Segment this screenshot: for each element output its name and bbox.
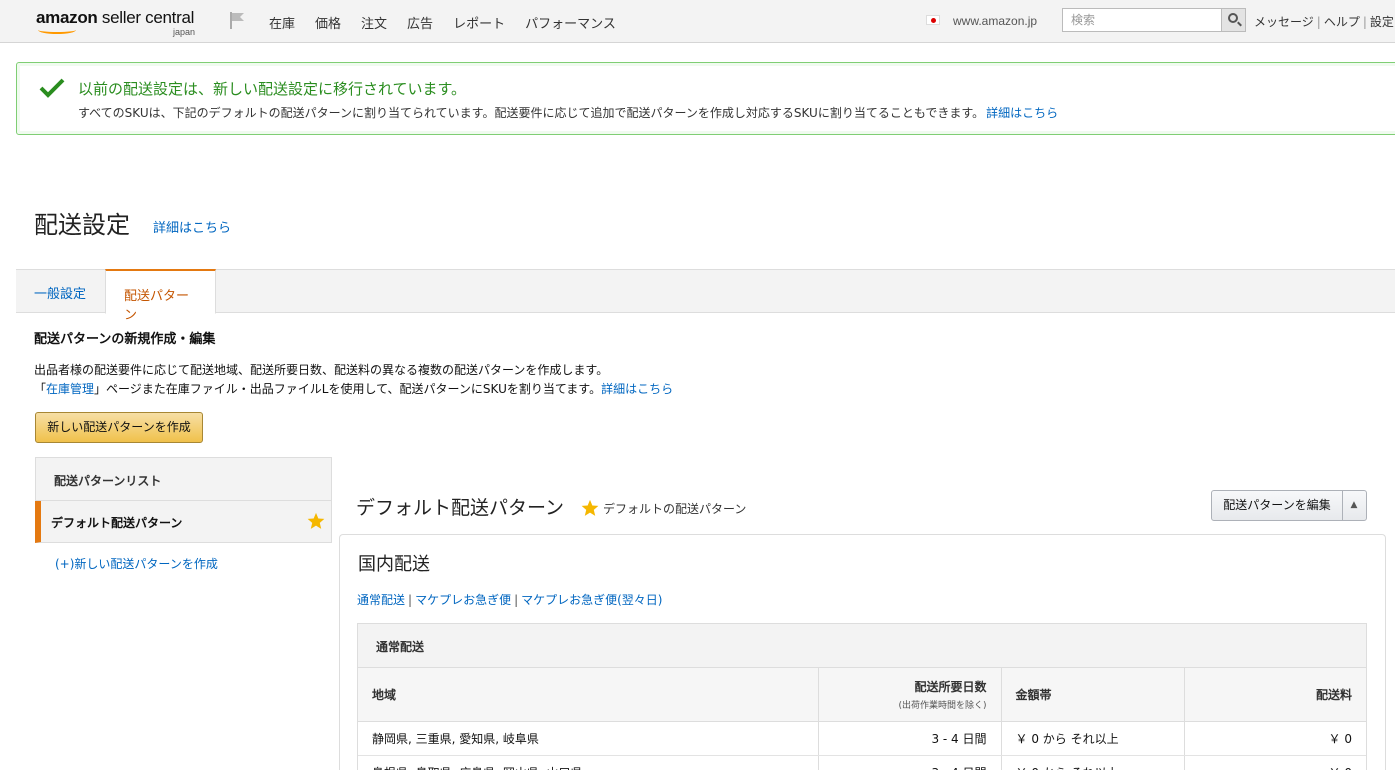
domestic-shipping-panel: 国内配送 通常配送 | マケプレお急ぎ便 | マケプレお急ぎ便(翌々日) 通常配送 地域… [339,534,1386,770]
star-icon [307,512,325,529]
seller-central-logo[interactable]: amazon seller central japan [36,8,206,40]
table-row: 静岡県, 三重県, 愛知県, 岐阜県 3 - 4 日間 ￥ 0 から それ以上 … [358,721,1366,756]
nav-inventory[interactable]: 在庫 [269,13,295,32]
section-details-link[interactable]: 詳細はこちら [601,382,673,396]
tab-general-settings[interactable]: 一般設定 [16,269,104,314]
column-header-price-range: 金額帯 [1001,668,1185,722]
nav-pricing[interactable]: 価格 [315,13,341,32]
cell-transit-days: 3 - 4 日間 [818,721,1002,756]
cell-price-range: ￥ 0 から それ以上 [1001,721,1185,756]
table-header-row: 地域 配送所要日数 (出荷作業時間を除く) 金額帯 配送料 [358,668,1366,722]
service-links: 通常配送 | マケプレお急ぎ便 | マケプレお急ぎ便(翌々日) [357,591,663,608]
checkmark-icon [39,78,65,98]
top-navigation-bar: amazon seller central japan 在庫 価格 注文 広告 … [0,0,1395,43]
nav-advertising[interactable]: 広告 [407,13,433,32]
messages-link[interactable]: メッセージ [1254,15,1314,29]
alert-body: すべてのSKUは、下記のデフォルトの配送パターンに割り当てられています。配送要件… [78,104,1058,121]
cell-transit-days: 3 - 4 日間 [818,755,1002,770]
column-header-fee: 配送料 [1184,668,1366,722]
service-link-standard[interactable]: 通常配送 [357,593,405,607]
nav-orders[interactable]: 注文 [361,13,387,32]
pattern-list-item-label: デフォルト配送パターン [51,516,183,530]
divider: | [408,593,413,607]
service-link-expedited[interactable]: マケプレお急ぎ便 [415,593,511,607]
search-box [1062,8,1246,32]
help-link[interactable]: ヘルプ [1324,15,1360,29]
marketplace-switcher[interactable]: www.amazon.jp [953,14,1037,28]
tab-shipping-patterns[interactable]: 配送パターン [105,269,216,323]
migration-success-alert: 以前の配送設定は、新しい配送設定に移行されています。 すべてのSKUは、下記のデ… [16,62,1395,135]
logo-subtitle: japan [173,27,196,37]
pattern-title: デフォルト配送パターン [356,497,565,519]
alert-message: すべてのSKUは、下記のデフォルトの配送パターンに割り当てられています。配送要件… [78,106,985,120]
default-star-icon [581,499,599,516]
table-row: 島根県, 鳥取県, 広島県, 岡山県, 山口県 3 - 4 日間 ￥ 0 から … [358,755,1366,770]
pattern-list-header: 配送パターンリスト [35,457,332,501]
pattern-list-item-default[interactable]: デフォルト配送パターン [35,501,332,543]
pattern-list: 配送パターンリスト デフォルト配送パターン (+)新しい配送パターンを作成 [35,457,332,572]
cell-region: 静岡県, 三重県, 愛知県, 岐阜県 [358,721,819,756]
flag-icon[interactable] [228,10,248,30]
cell-price-range: ￥ 0 から それ以上 [1001,755,1185,770]
default-pattern-label: デフォルトの配送パターン [603,502,747,516]
nav-performance[interactable]: パフォーマンス [525,13,616,32]
alert-details-link[interactable]: 詳細はこちら [986,106,1058,120]
column-header-transit-days: 配送所要日数 (出荷作業時間を除く) [818,668,1002,722]
cell-region: 島根県, 鳥取県, 広島県, 岡山県, 山口県 [358,755,819,770]
section-description: 出品者様の配送要件に応じて配送地域、配送所要日数、配送料の異なる複数の配送パター… [34,363,609,377]
edit-pattern-label[interactable]: 配送パターンを編集 [1212,491,1343,520]
standard-shipping-box: 通常配送 地域 配送所要日数 (出荷作業時間を除く) 金額帯 配送料 静岡県, 三… [357,623,1367,770]
shipping-rates-table: 地域 配送所要日数 (出荷作業時間を除く) 金額帯 配送料 静岡県, 三重県, 愛… [358,668,1366,770]
logo-smile-icon [38,26,76,34]
section-description-2: 「在庫管理」ページまた在庫ファイル・出品ファイルLを使用して、配送パターンにSK… [34,382,674,396]
divider: | [514,593,519,607]
section-heading: 配送パターンの新規作成・編集 [34,332,216,347]
logo-text: amazon seller central [36,8,195,27]
cell-fee: ￥ 0 [1184,721,1366,756]
search-input[interactable] [1063,9,1221,31]
title-details-link[interactable]: 詳細はこちら [153,217,231,236]
create-pattern-button[interactable]: 新しい配送パターンを作成 [35,412,203,443]
alert-title: 以前の配送設定は、新しい配送設定に移行されています。 [78,80,467,98]
japan-flag-icon [926,15,940,25]
settings-tabs: 一般設定 配送パターン [16,269,1395,323]
search-icon [1228,13,1238,23]
edit-pattern-button[interactable]: 配送パターンを編集 ▲ [1211,490,1367,521]
page-title: 配送設定 [34,211,130,239]
search-button[interactable] [1221,9,1245,31]
divider: | [1316,15,1321,29]
standard-shipping-header: 通常配送 [358,624,1366,668]
service-link-expedited-2day[interactable]: マケプレお急ぎ便(翌々日) [521,593,662,607]
divider: | [1362,15,1367,29]
utility-links: メッセージ | ヘルプ | 設定 [1254,13,1394,30]
dropdown-caret-icon[interactable]: ▲ [1342,491,1366,520]
settings-link[interactable]: 設定 [1370,15,1394,29]
transit-days-note: (出荷作業時間を除く) [898,700,987,711]
inventory-management-link[interactable]: 在庫管理 [46,382,94,396]
domestic-title: 国内配送 [358,554,430,575]
cell-fee: ￥ 0 [1184,755,1366,770]
nav-reports[interactable]: レポート [453,13,505,32]
main-nav: 在庫 価格 注文 広告 レポート パフォーマンス [269,13,636,32]
add-pattern-link[interactable]: (+)新しい配送パターンを作成 [55,555,332,572]
column-header-region: 地域 [358,668,819,722]
